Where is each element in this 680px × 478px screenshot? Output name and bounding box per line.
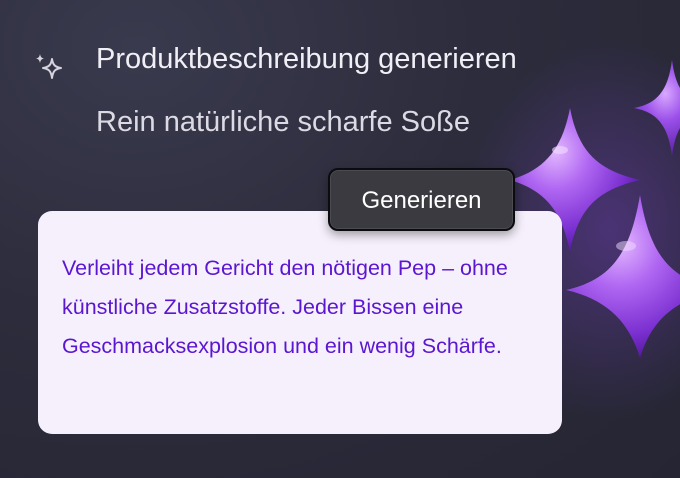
generate-button[interactable]: Generieren [328,168,515,231]
star-shape [634,60,680,156]
product-input[interactable]: Rein natürliche scharfe Soße [96,103,470,141]
star-shape [566,195,680,358]
page-title: Produktbeschreibung generieren [96,43,517,75]
sparkle-icon [36,54,62,79]
generated-description: Verleiht jedem Gericht den nötigen Pep –… [62,256,508,358]
result-card: Verleiht jedem Gericht den nötigen Pep –… [38,211,562,434]
